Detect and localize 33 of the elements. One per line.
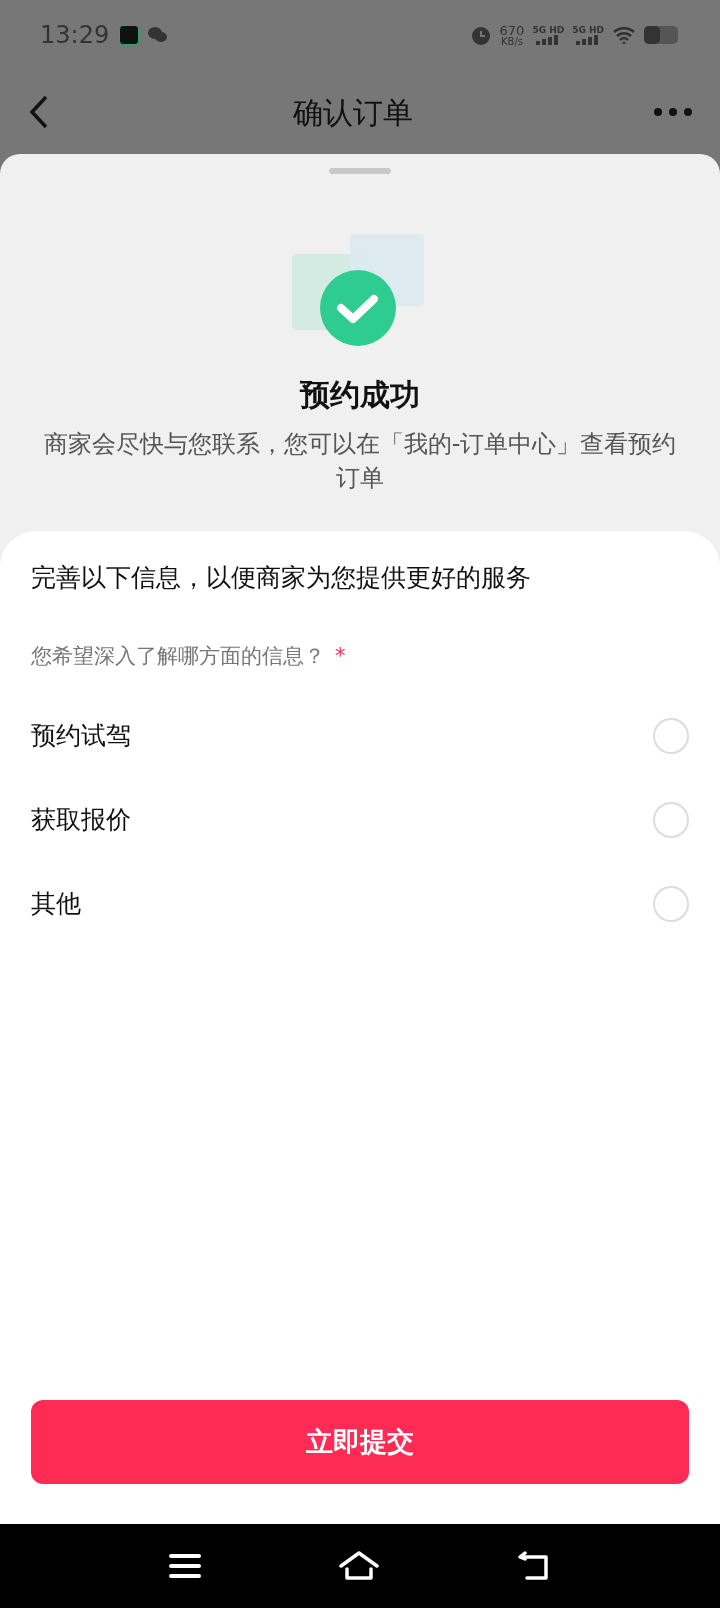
app-icon <box>119 25 140 45</box>
back-nav-icon[interactable] <box>517 1551 551 1581</box>
more-icon[interactable] <box>654 108 692 116</box>
net-speed: 670 <box>499 23 525 37</box>
battery-icon <box>644 26 680 44</box>
radio-button[interactable] <box>653 802 689 838</box>
option-label: 其他 <box>31 888 81 921</box>
menu-icon[interactable] <box>169 1553 201 1579</box>
signal-icon <box>536 34 561 45</box>
net-speed-unit: KB/s <box>501 36 523 47</box>
question-label: 您希望深入了解哪方面的信息？ <box>31 642 325 670</box>
alarm-icon <box>469 24 492 46</box>
option-label: 获取报价 <box>31 804 131 837</box>
option-row[interactable]: 其他 <box>31 862 689 946</box>
drag-handle[interactable] <box>329 168 391 174</box>
radio-button[interactable] <box>653 886 689 922</box>
network-type: 5G HD <box>532 25 565 35</box>
page-title: 确认订单 <box>292 93 414 132</box>
option-row[interactable]: 预约试驾 <box>31 694 689 778</box>
option-label: 预约试驾 <box>31 720 131 753</box>
chat-icon <box>147 26 168 44</box>
network-type: 5G HD <box>572 25 604 35</box>
success-message: 商家会尽快与您联系，您可以在「我的-订单中心」查看预约订单 <box>42 429 678 494</box>
option-row[interactable]: 获取报价 <box>31 778 689 862</box>
home-icon[interactable] <box>339 1551 379 1581</box>
wifi-icon <box>612 26 636 44</box>
radio-button[interactable] <box>653 718 689 754</box>
signal-icon <box>576 34 601 45</box>
status-time: 13:29 <box>40 20 110 51</box>
submit-button[interactable]: 立即提交 <box>31 1400 689 1484</box>
required-mark: * <box>335 642 346 670</box>
success-title: 预约成功 <box>298 376 421 414</box>
form-heading: 完善以下信息，以便商家为您提供更好的服务 <box>31 562 532 594</box>
